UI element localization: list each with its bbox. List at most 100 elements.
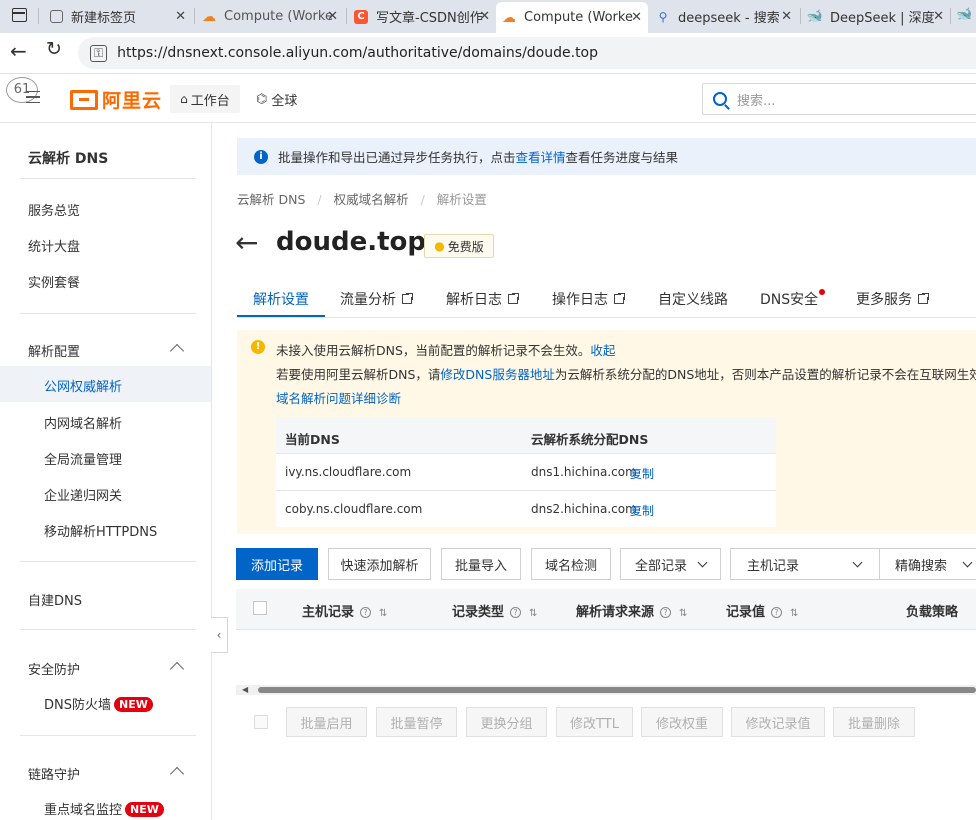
red-dot bbox=[819, 289, 826, 295]
breadcrumb: 云解析 DNS / 权威域名解析 / 解析设置 bbox=[237, 192, 487, 207]
scroll-left-icon[interactable]: ◀ bbox=[242, 685, 248, 694]
site-info-icon[interactable]: ⚿ bbox=[90, 44, 108, 62]
global-search-field[interactable]: 搜索... bbox=[702, 83, 976, 115]
tab-resolve-log[interactable]: 解析日志 bbox=[446, 289, 520, 309]
sort-icon[interactable]: ⇅ bbox=[529, 608, 537, 619]
chevron-up-icon[interactable] bbox=[169, 766, 185, 782]
sidebar-item-key-domain-monitor[interactable]: 重点域名监控 NEW bbox=[44, 799, 164, 818]
sidebar: 云解析 DNS 服务总览 统计大盘 实例套餐 解析配置 公网权威解析 内网域名解… bbox=[0, 123, 212, 820]
help-icon[interactable]: ? bbox=[510, 607, 522, 618]
sort-icon[interactable]: ⇅ bbox=[379, 608, 387, 619]
region-selector[interactable]: ⌬ 全球 bbox=[256, 90, 297, 109]
col-record-value[interactable]: 记录值? ⇅ bbox=[726, 601, 798, 620]
sidebar-item-overview[interactable]: 服务总览 bbox=[28, 200, 80, 219]
host-record-select[interactable]: 主机记录 bbox=[730, 548, 880, 580]
batch-pause-button[interactable]: 批量暂停 bbox=[376, 707, 457, 737]
url-scheme: https:// bbox=[117, 45, 168, 61]
chevron-up-icon[interactable] bbox=[169, 661, 185, 677]
browser-tab-active[interactable]: ☁ Compute (Worke ✕ bbox=[496, 2, 648, 33]
tab-traffic-analysis[interactable]: 流量分析 bbox=[340, 289, 414, 309]
sidebar-group-security[interactable]: 安全防护 bbox=[28, 659, 80, 678]
sidebar-group-link-guard[interactable]: 链路守护 bbox=[28, 764, 80, 783]
sidebar-group-resolve[interactable]: 解析配置 bbox=[28, 341, 80, 360]
sidebar-item-stats[interactable]: 统计大盘 bbox=[28, 236, 80, 255]
deepseek-icon[interactable]: 🐋 bbox=[956, 7, 972, 22]
tab-more-services[interactable]: 更多服务 bbox=[856, 289, 930, 309]
horizontal-scrollbar[interactable]: ◀ bbox=[236, 685, 976, 695]
batch-import-button[interactable]: 批量导入 bbox=[441, 548, 521, 580]
sidebar-item-public-authoritative[interactable]: 公网权威解析 bbox=[0, 366, 211, 402]
cloudflare-icon: ☁ bbox=[202, 8, 216, 25]
browser-tab[interactable]: 🐋 DeepSeek | 深度 ✕ bbox=[802, 4, 950, 29]
dns-table-row: ivy.ns.cloudflare.com dns1.hichina.com 复… bbox=[276, 454, 776, 491]
chevron-up-icon[interactable] bbox=[169, 343, 185, 359]
close-tab-icon[interactable]: ✕ bbox=[631, 10, 642, 25]
close-tab-icon[interactable]: ✕ bbox=[781, 9, 792, 24]
url-field[interactable]: ⚿ https://dnsnext.console.aliyun.com/aut… bbox=[78, 37, 976, 69]
col-load-strategy[interactable]: 负载策略 bbox=[906, 601, 958, 620]
copy-button[interactable]: 复制 bbox=[630, 465, 654, 482]
quick-add-button[interactable]: 快速添加解析 bbox=[328, 548, 431, 580]
sidebar-collapse-handle[interactable]: ‹ bbox=[211, 617, 228, 653]
change-group-button[interactable]: 更换分组 bbox=[466, 707, 547, 737]
workbench-button[interactable]: ⌂ 工作台 bbox=[170, 85, 240, 113]
back-icon[interactable]: ← bbox=[10, 39, 27, 63]
breadcrumb-item-current: 解析设置 bbox=[436, 192, 487, 207]
close-tab-icon[interactable]: ✕ bbox=[479, 9, 490, 24]
breadcrumb-item[interactable]: 权威域名解析 bbox=[334, 192, 409, 207]
notice-bar: i 批量操作和导出已通过异步任务执行，点击 查看详情 查看任务进度与结果 bbox=[237, 138, 976, 175]
tab-resolve-settings[interactable]: 解析设置 bbox=[253, 289, 309, 309]
copy-button[interactable]: 复制 bbox=[630, 502, 654, 519]
modify-value-button[interactable]: 修改记录值 bbox=[731, 707, 825, 737]
col-request-source[interactable]: 解析请求来源? ⇅ bbox=[576, 601, 687, 620]
modify-weight-button[interactable]: 修改权重 bbox=[641, 707, 723, 737]
sidebar-item-self-dns[interactable]: 自建DNS bbox=[28, 590, 82, 609]
sort-icon[interactable]: ⇅ bbox=[679, 608, 687, 619]
all-records-select[interactable]: 全部记录 bbox=[620, 548, 721, 580]
tab-actions-icon[interactable] bbox=[12, 8, 27, 22]
sort-icon[interactable]: ⇅ bbox=[790, 608, 798, 619]
modify-ttl-button[interactable]: 修改TTL bbox=[556, 707, 633, 737]
close-tab-icon[interactable]: ✕ bbox=[327, 9, 338, 24]
tab-dns-security[interactable]: DNS安全 bbox=[760, 289, 826, 309]
dns-table-header: 当前DNS 云解析系统分配DNS bbox=[276, 417, 776, 454]
sidebar-item-private-zone[interactable]: 内网域名解析 bbox=[44, 413, 122, 432]
browser-tab[interactable]: ⚲ deepseek - 搜索 ✕ bbox=[650, 4, 798, 29]
col-record-type[interactable]: 记录类型? ⇅ bbox=[452, 601, 537, 620]
aliyun-logo[interactable]: 阿里云 bbox=[70, 86, 162, 113]
back-arrow-icon[interactable]: ← bbox=[235, 226, 258, 260]
close-tab-icon[interactable]: ✕ bbox=[933, 9, 944, 24]
collapse-link[interactable]: 收起 bbox=[590, 343, 615, 358]
help-icon[interactable]: ? bbox=[360, 607, 372, 618]
external-link-icon bbox=[614, 292, 626, 304]
menu-icon[interactable] bbox=[26, 91, 40, 103]
tab-custom-line[interactable]: 自定义线路 bbox=[658, 289, 728, 309]
scrollbar-thumb[interactable] bbox=[258, 687, 976, 693]
batch-select-checkbox[interactable] bbox=[254, 715, 268, 729]
notice-details-link[interactable]: 查看详情 bbox=[516, 147, 566, 166]
page-icon bbox=[50, 10, 63, 23]
reload-icon[interactable]: ↻ bbox=[46, 38, 62, 60]
sidebar-item-httpdns[interactable]: 移动解析HTTPDNS bbox=[44, 521, 157, 540]
breadcrumb-item[interactable]: 云解析 DNS bbox=[237, 192, 305, 207]
close-tab-icon[interactable]: ✕ bbox=[175, 9, 186, 24]
exact-search-select[interactable]: 精确搜索 bbox=[879, 548, 976, 580]
batch-delete-button[interactable]: 批量删除 bbox=[833, 707, 915, 737]
browser-tab[interactable]: C 写文章-CSDN创作 ✕ bbox=[348, 4, 496, 29]
modify-dns-link[interactable]: 修改DNS服务器地址 bbox=[440, 367, 554, 382]
help-icon[interactable]: ? bbox=[771, 607, 783, 618]
browser-tab[interactable]: ☁ Compute (Worke ✕ bbox=[196, 4, 344, 29]
domain-check-button[interactable]: 域名检测 bbox=[531, 548, 611, 580]
select-all-checkbox[interactable] bbox=[253, 601, 267, 615]
browser-tab[interactable]: 新建标签页 ✕ bbox=[44, 4, 192, 29]
sidebar-item-recursive-gateway[interactable]: 企业递归网关 bbox=[44, 485, 122, 504]
add-record-button[interactable]: 添加记录 bbox=[236, 548, 318, 580]
tab-operation-log[interactable]: 操作日志 bbox=[552, 289, 626, 309]
batch-enable-button[interactable]: 批量启用 bbox=[286, 707, 367, 737]
sidebar-item-instances[interactable]: 实例套餐 bbox=[28, 272, 80, 291]
sidebar-item-gtm[interactable]: 全局流量管理 bbox=[44, 449, 122, 468]
help-icon[interactable]: ? bbox=[660, 607, 672, 618]
diagnose-link[interactable]: 域名解析问题详细诊断 bbox=[276, 388, 401, 407]
col-host-record[interactable]: 主机记录? ⇅ bbox=[302, 601, 387, 620]
sidebar-item-dns-firewall[interactable]: DNS防火墙 NEW bbox=[44, 694, 153, 713]
